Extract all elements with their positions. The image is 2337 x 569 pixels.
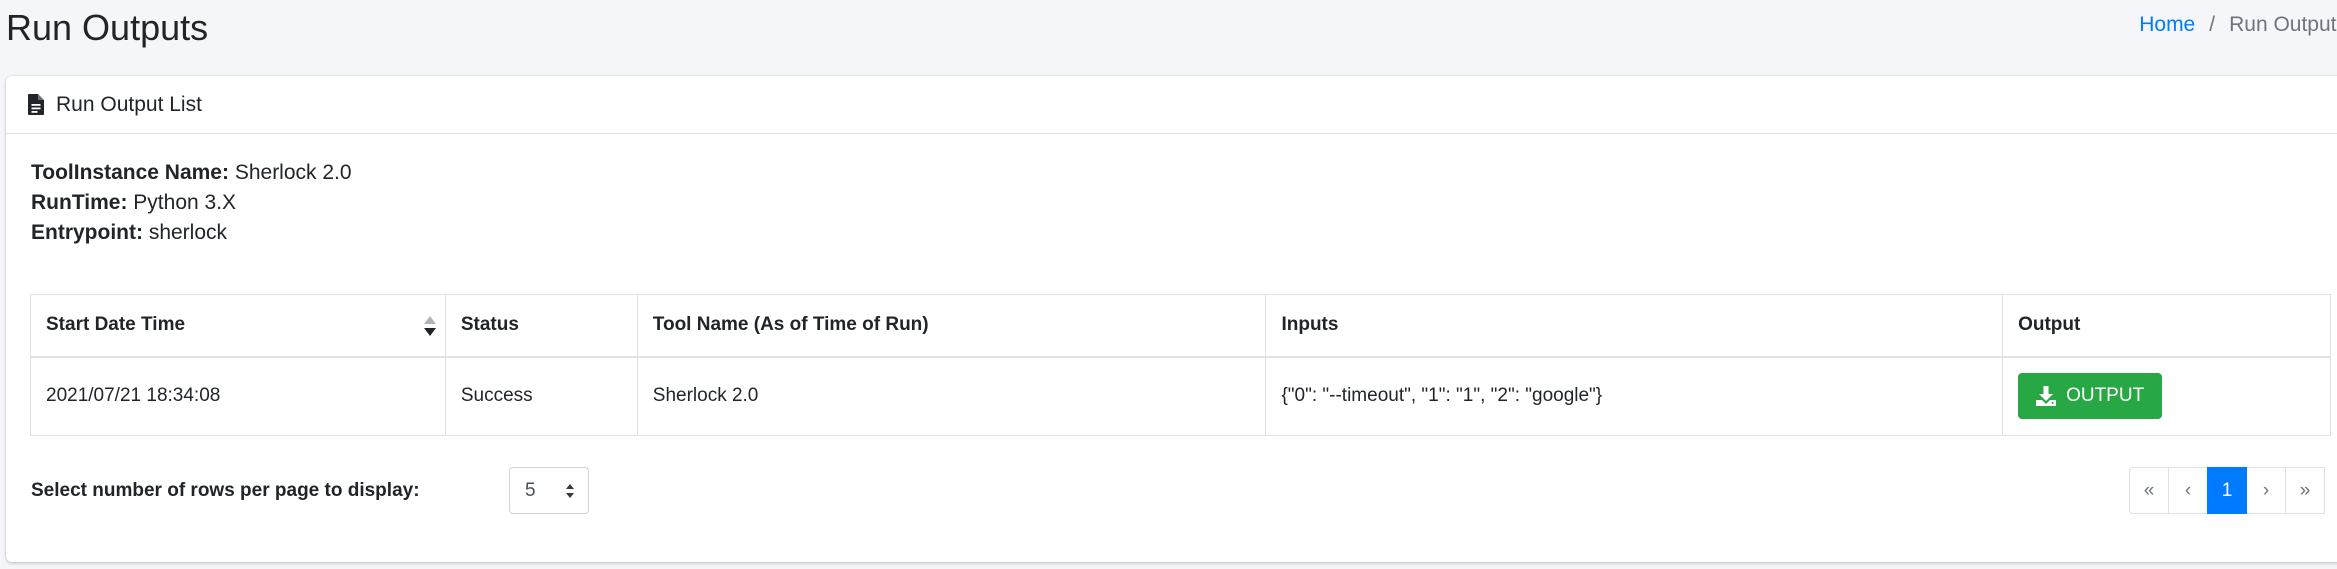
runtime-label: RunTime:	[31, 191, 128, 214]
run-output-card: Run Output List ToolInstance Name: Sherl…	[6, 76, 2337, 562]
cell-inputs: {"0": "--timeout", "1": "1", "2": "googl…	[1265, 356, 2004, 436]
runtime-row: RunTime: Python 3.X	[31, 188, 352, 218]
cell-status: Success	[444, 356, 638, 436]
table-header-row: Start Date Time Status Tool Name (As of …	[30, 294, 2331, 358]
entrypoint-label: Entrypoint:	[31, 221, 143, 244]
pagination-page-1[interactable]: 1	[2207, 467, 2247, 514]
pagination-last[interactable]: »	[2285, 467, 2325, 514]
pagination-first[interactable]: «	[2129, 467, 2169, 514]
column-header-output: Output	[2002, 294, 2331, 358]
cell-output: OUTPUT	[2002, 356, 2331, 436]
entrypoint-row: Entrypoint: sherlock	[31, 218, 352, 248]
pagination-next[interactable]: ›	[2246, 467, 2286, 514]
rows-per-page-label: Select number of rows per page to displa…	[31, 480, 420, 501]
breadcrumb-home-link[interactable]: Home	[2139, 11, 2195, 39]
breadcrumb: Home / Run Outputs	[2139, 11, 2337, 39]
tool-instance-value: Sherlock 2.0	[234, 161, 352, 184]
output-download-button[interactable]: OUTPUT	[2018, 373, 2163, 420]
rows-per-page-select[interactable]: 5	[509, 467, 589, 514]
select-caret-icon	[566, 484, 574, 498]
pagination-prev[interactable]: ‹	[2168, 467, 2208, 514]
column-header-inputs: Inputs	[1265, 294, 2004, 358]
table-row: 2021/07/21 18:34:08 Success Sherlock 2.0…	[30, 356, 2331, 436]
cell-tool-name: Sherlock 2.0	[636, 356, 1267, 436]
column-header-start-date-time[interactable]: Start Date Time	[30, 294, 446, 358]
output-button-label: OUTPUT	[2066, 385, 2145, 407]
column-header-status: Status	[444, 294, 638, 358]
download-icon	[2036, 386, 2057, 407]
page-title: Run Outputs	[6, 7, 209, 48]
breadcrumb-separator: /	[2209, 13, 2216, 36]
cell-start-date-time: 2021/07/21 18:34:08	[30, 356, 446, 436]
tool-instance-row: ToolInstance Name: Sherlock 2.0	[31, 158, 352, 188]
sort-icon[interactable]	[423, 314, 437, 338]
card-title: Run Output List	[56, 92, 202, 116]
pagination: « ‹ 1 › »	[2129, 467, 2325, 514]
run-output-table: Start Date Time Status Tool Name (As of …	[30, 294, 2331, 436]
breadcrumb-current: Run Outputs	[2229, 13, 2337, 36]
entrypoint-value: sherlock	[148, 221, 228, 244]
card-header: Run Output List	[6, 76, 2337, 134]
runtime-value: Python 3.X	[133, 191, 237, 214]
tool-instance-label: ToolInstance Name:	[31, 161, 229, 184]
tool-info: ToolInstance Name: Sherlock 2.0 RunTime:…	[31, 158, 352, 248]
file-icon	[28, 94, 44, 115]
column-header-tool-name: Tool Name (As of Time of Run)	[636, 294, 1267, 358]
rows-per-page-value: 5	[525, 479, 536, 501]
